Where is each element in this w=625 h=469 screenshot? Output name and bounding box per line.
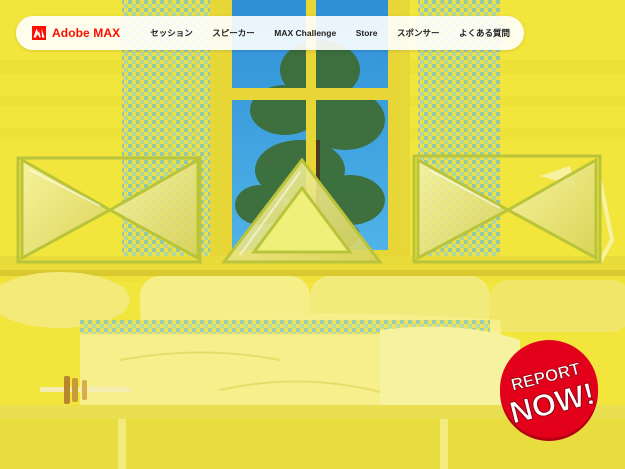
nav-item-sponsors[interactable]: スポンサー bbox=[397, 27, 440, 39]
nav-item-sessions[interactable]: セッション bbox=[150, 27, 193, 39]
nav-item-store[interactable]: Store bbox=[356, 28, 378, 38]
nav-item-speakers[interactable]: スピーカー bbox=[212, 27, 255, 39]
nav-item-faq[interactable]: よくある質問 bbox=[459, 27, 510, 39]
brand-name: Adobe MAX bbox=[52, 26, 121, 40]
adobe-max-logo-link[interactable]: Adobe MAX bbox=[32, 26, 120, 40]
nav-item-max-challenge[interactable]: MAX Challenge bbox=[274, 28, 336, 38]
nav-links: セッション スピーカー MAX Challenge Store スポンサー よく… bbox=[150, 27, 510, 39]
report-now-badge[interactable]: REPORT NOW! bbox=[497, 338, 601, 442]
adobe-logo-icon bbox=[32, 26, 46, 40]
top-navbar: Adobe MAX セッション スピーカー MAX Challenge Stor… bbox=[16, 16, 524, 50]
page: Adobe MAX セッション スピーカー MAX Challenge Stor… bbox=[0, 0, 625, 469]
